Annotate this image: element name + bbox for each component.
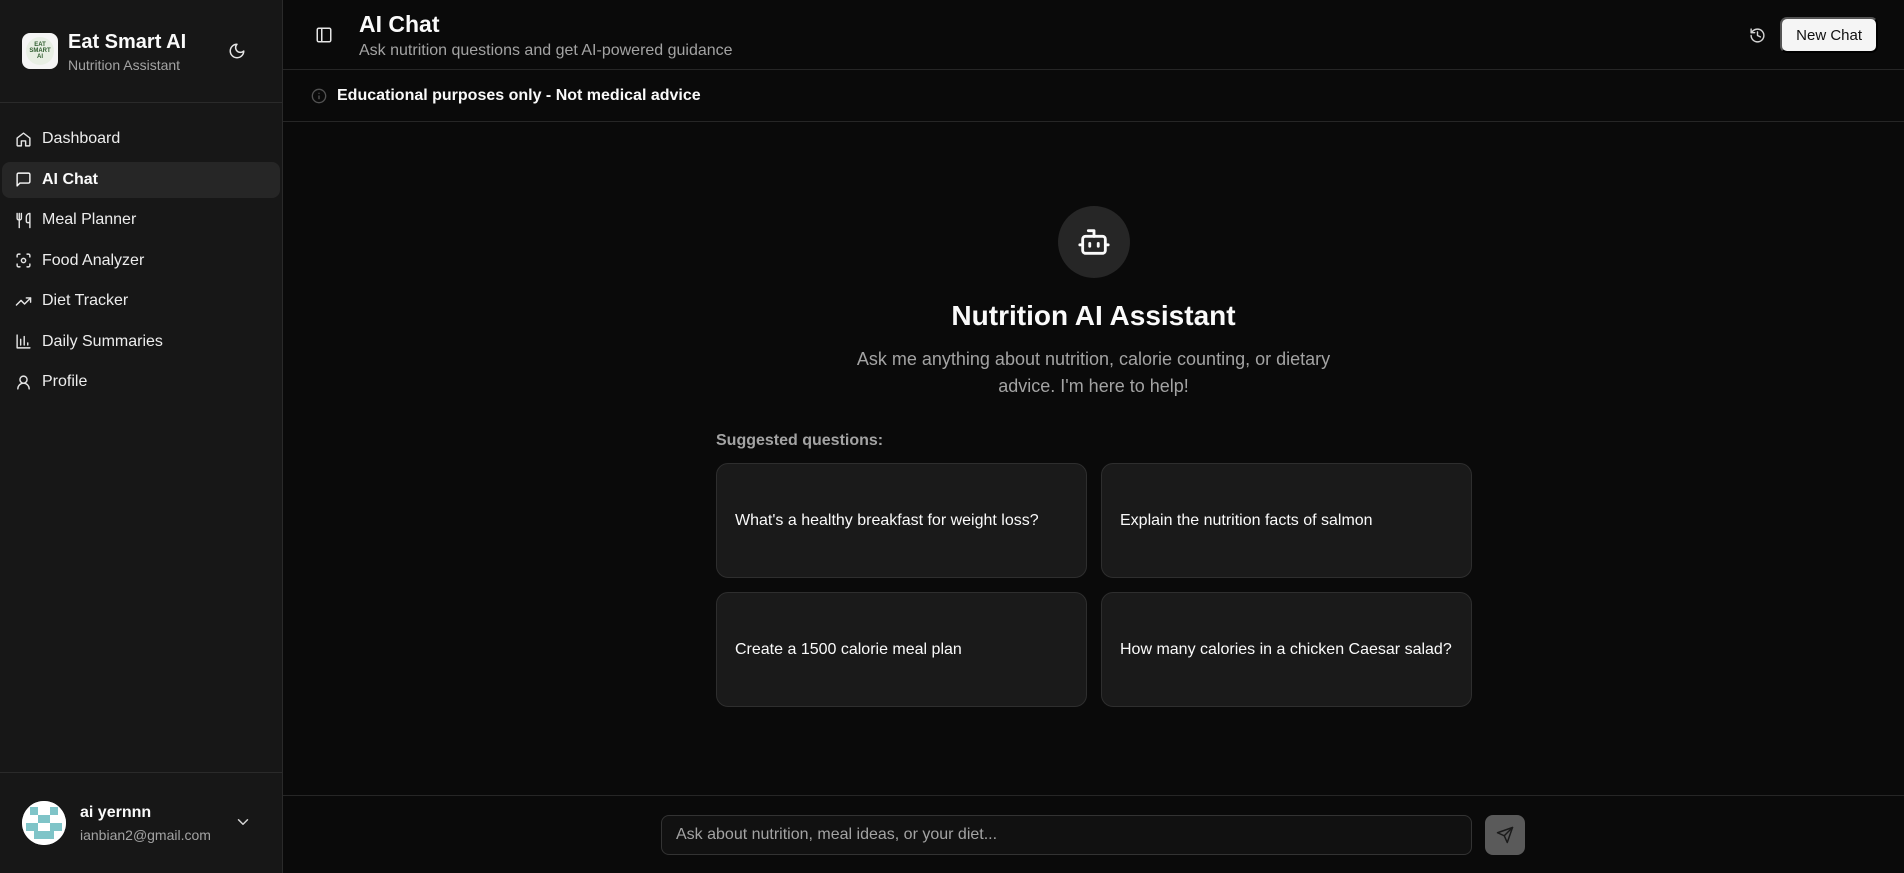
suggested-questions-label: Suggested questions:	[716, 432, 884, 449]
theme-toggle-button[interactable]	[226, 40, 248, 62]
user-info: ai yernnn ianbian2@gmail.com	[80, 804, 211, 843]
sidebar-item-ai-chat[interactable]: AI Chat	[2, 161, 280, 198]
sidebar-item-label: AI Chat	[42, 170, 98, 188]
sidebar-item-label: Diet Tracker	[42, 292, 129, 309]
chat-history-button[interactable]	[1746, 24, 1768, 46]
send-icon	[1496, 826, 1514, 844]
sidebar-item-dashboard[interactable]: Dashboard	[2, 121, 280, 157]
page-subtitle: Ask nutrition questions and get AI-power…	[359, 42, 733, 59]
suggestion-grid: What's a healthy breakfast for weight lo…	[716, 463, 1472, 707]
info-icon	[311, 88, 327, 103]
home-icon	[14, 130, 32, 148]
bot-icon	[1077, 229, 1110, 255]
sidebar-item-label: Dashboard	[42, 130, 121, 147]
brand-subtitle: Nutrition Assistant	[68, 56, 181, 73]
main-content: AI Chat Ask nutrition questions and get …	[283, 0, 1904, 873]
sidebar-item-diet-tracker[interactable]: Diet Tracker	[2, 283, 280, 319]
assistant-intro: Nutrition AI Assistant Ask me anything a…	[283, 206, 1904, 400]
brand-logo-mark: EAT SMART AI	[26, 37, 54, 65]
page-title-block: AI Chat Ask nutrition questions and get …	[359, 10, 733, 60]
scan-icon	[14, 252, 32, 270]
trending-up-icon	[14, 292, 32, 310]
brand-logo: EAT SMART AI	[22, 33, 58, 69]
suggestion-card[interactable]: What's a healthy breakfast for weight lo…	[716, 463, 1087, 578]
utensils-icon	[14, 211, 32, 229]
sidebar-toggle-button[interactable]	[314, 25, 334, 45]
sidebar-item-profile[interactable]: Profile	[2, 364, 280, 400]
chat-input[interactable]	[661, 815, 1472, 855]
suggestion-card[interactable]: Explain the nutrition facts of salmon	[1101, 463, 1472, 578]
disclaimer-banner: Educational purposes only - Not medical …	[283, 70, 1904, 122]
user-icon	[14, 373, 32, 391]
assistant-subtitle: Ask me anything about nutrition, calorie…	[856, 349, 1331, 396]
assistant-title: Nutrition AI Assistant	[951, 300, 1236, 331]
sidebar-item-label: Profile	[42, 373, 88, 390]
brand-header: EAT SMART AI Eat Smart AI Nutrition Assist…	[0, 0, 282, 103]
disclaimer-text: Educational purposes only - Not medical …	[337, 86, 701, 104]
app-root: EAT SMART AI Eat Smart AI Nutrition Assist…	[0, 0, 1904, 873]
chevron-down-icon[interactable]	[234, 813, 252, 831]
chat-composer	[283, 795, 1904, 873]
suggested-questions: Suggested questions: What's a healthy br…	[716, 432, 1472, 707]
brand-title: Eat Smart AI	[68, 30, 187, 53]
top-bar: AI Chat Ask nutrition questions and get …	[283, 0, 1904, 70]
moon-icon	[229, 43, 245, 59]
sidebar-item-label: Daily Summaries	[42, 332, 163, 350]
sidebar-nav: Dashboard AI Chat Meal Planner Food Anal…	[0, 103, 282, 405]
sidebar-item-meal-planner[interactable]: Meal Planner	[2, 202, 280, 238]
bar-chart-icon	[14, 333, 32, 351]
sidebar: EAT SMART AI Eat Smart AI Nutrition Assist…	[0, 0, 283, 873]
message-square-icon	[14, 171, 32, 189]
suggestion-card[interactable]: How many calories in a chicken Caesar sa…	[1101, 592, 1472, 707]
sidebar-item-daily-summaries[interactable]: Daily Summaries	[2, 324, 280, 360]
send-button[interactable]	[1485, 815, 1525, 855]
user-menu[interactable]: ai yernnn ianbian2@gmail.com	[0, 772, 282, 873]
brand-text: Eat Smart AI Nutrition Assistant	[68, 30, 186, 73]
panel-left-icon	[316, 27, 332, 43]
user-name: ai yernnn	[80, 803, 152, 821]
avatar	[22, 801, 66, 845]
user-email: ianbian2@gmail.com	[80, 826, 211, 843]
sidebar-item-label: Meal Planner	[42, 211, 137, 228]
page-title: AI Chat	[359, 11, 440, 37]
bot-avatar	[1057, 206, 1130, 278]
sidebar-item-label: Food Analyzer	[42, 251, 145, 269]
history-icon	[1749, 27, 1765, 43]
suggestion-card[interactable]: Create a 1500 calorie meal plan	[716, 592, 1087, 707]
new-chat-button[interactable]: New Chat	[1780, 17, 1878, 53]
sidebar-item-food-analyzer[interactable]: Food Analyzer	[2, 243, 280, 279]
